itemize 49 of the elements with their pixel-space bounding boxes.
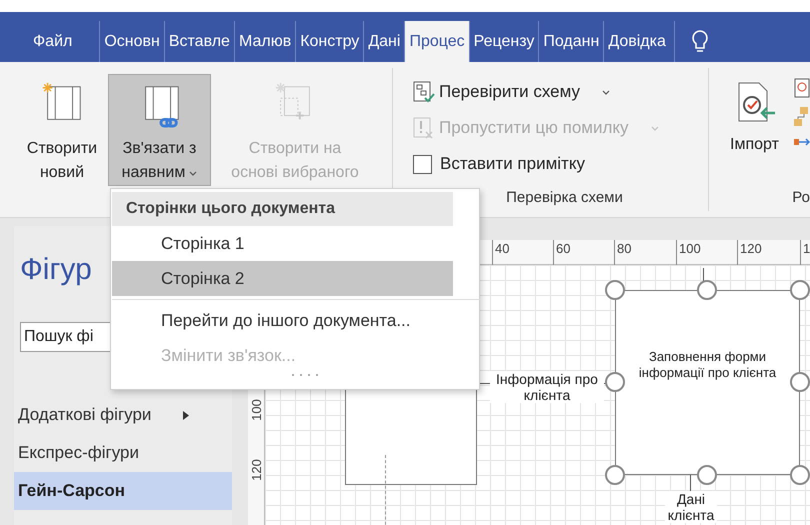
- selection-handle[interactable]: [790, 372, 810, 392]
- ruler-label: 1: [803, 241, 810, 256]
- export-arrow-icon: [794, 136, 810, 148]
- selection-handle[interactable]: [605, 280, 625, 300]
- ruler-label: 100: [249, 398, 265, 423]
- chevron-down-icon: [602, 90, 610, 94]
- menu-header: Сторінки цього документа: [112, 192, 453, 226]
- selection-handle[interactable]: [605, 465, 625, 485]
- selection-handle[interactable]: [790, 465, 810, 485]
- ruler-label: 100: [679, 241, 701, 256]
- submenu-arrow-icon: [183, 410, 190, 420]
- group-label: Перевірка схеми: [506, 188, 623, 208]
- stencil-item[interactable]: Гейн-Сарсон: [14, 472, 232, 510]
- ruler-label: 60: [556, 241, 570, 256]
- ribbon-tab[interactable]: Файл: [14, 21, 92, 62]
- ruler-label: 40: [495, 241, 510, 256]
- menu-item[interactable]: Сторінка 2: [112, 261, 453, 296]
- checkbox[interactable]: [413, 154, 432, 174]
- selection-handle[interactable]: [697, 280, 717, 300]
- flow-label: Інформація про клієнта: [490, 371, 604, 403]
- stencil-item[interactable]: Додаткові фігури: [14, 396, 232, 434]
- chevron-down-icon: [650, 126, 659, 130]
- ribbon-tab[interactable]: Процес: [404, 21, 469, 62]
- menu-item[interactable]: Сторінка 1: [112, 226, 453, 261]
- connector-line: [690, 475, 691, 491]
- ruler-label: 80: [617, 241, 632, 256]
- selection-handle[interactable]: [605, 372, 625, 392]
- ribbon-button[interactable]: Перевірити схему: [413, 80, 708, 104]
- ruler-label: 120: [740, 241, 762, 256]
- flow-label: Дані клієнта: [665, 491, 717, 523]
- ruler-label: 120: [249, 458, 265, 483]
- selection-handle[interactable]: [697, 465, 717, 485]
- menu-item[interactable]: Перейти до іншого документа...: [112, 303, 469, 338]
- selection-handle[interactable]: [790, 280, 810, 300]
- dashed-line: [385, 455, 386, 525]
- check-diagram-icon: [413, 81, 435, 103]
- ribbon-button[interactable]: Створити новий: [16, 74, 108, 186]
- ribbon-button[interactable]: Імпорт: [721, 74, 788, 186]
- checkbox-label: Вставити примітку: [440, 153, 585, 176]
- resize-grip-icon: [292, 373, 318, 377]
- stencil-item[interactable]: Експрес-фігури: [14, 434, 232, 472]
- chevron-down-icon: [189, 170, 198, 176]
- ignore-error-icon: [413, 117, 435, 139]
- pane-title: Фігур: [20, 252, 92, 288]
- process-label: Заповнення форми інформації про клієнта: [638, 349, 778, 381]
- group-label: Ро: [792, 188, 810, 208]
- ribbon-button[interactable]: Зв'язати з наявним: [108, 74, 211, 186]
- org-chart-icon: [794, 106, 810, 128]
- lightbulb-icon[interactable]: [690, 28, 709, 54]
